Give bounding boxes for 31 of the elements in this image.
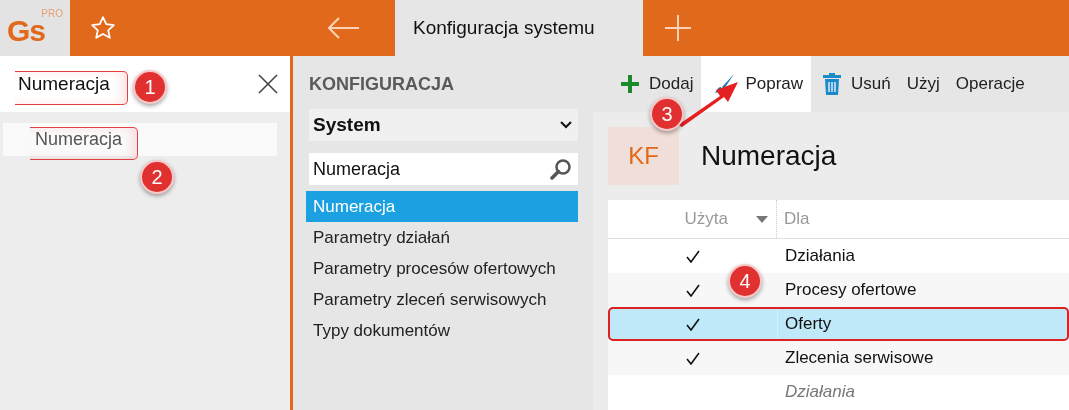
star-icon[interactable] bbox=[90, 15, 116, 41]
chevron-icon bbox=[560, 121, 572, 129]
toolbar-button[interactable]: Usuń bbox=[815, 56, 899, 112]
table-cell-text: Oferty bbox=[784, 314, 832, 334]
table-cell-text: Działania bbox=[784, 246, 855, 266]
back-arrow-icon[interactable] bbox=[328, 17, 360, 39]
search-icon bbox=[550, 158, 572, 180]
module-badge: KF bbox=[608, 127, 679, 185]
toolbar-button[interactable]: Użyj bbox=[898, 56, 948, 112]
table-cell-text: Procesy ofertowe bbox=[784, 280, 917, 300]
config-item[interactable]: Parametry procesów ofertowych bbox=[306, 253, 578, 284]
category-select[interactable]: System bbox=[309, 109, 578, 141]
panel-heading: KONFIGURACJA bbox=[309, 74, 455, 95]
table-cell-text: Zlecenia serwisowe bbox=[784, 348, 934, 368]
table-row[interactable]: Zlecenia serwisowe bbox=[608, 341, 1069, 375]
search-field[interactable]: Numeracja bbox=[18, 73, 110, 95]
config-item[interactable]: Parametry zleceń serwisowych bbox=[306, 284, 578, 315]
close-icon[interactable] bbox=[258, 74, 278, 94]
sort-caret-icon[interactable] bbox=[756, 215, 768, 223]
table-cell-text: Działania bbox=[784, 382, 855, 402]
table-row[interactable]: Oferty bbox=[608, 307, 1069, 341]
toolbar-button[interactable]: Popraw bbox=[701, 56, 812, 112]
toolbar-button[interactable]: Operacje bbox=[947, 56, 1033, 112]
config-item[interactable]: Typy dokumentów bbox=[306, 315, 578, 346]
plus-icon[interactable] bbox=[665, 15, 691, 41]
trash-icon bbox=[823, 73, 842, 95]
search-result[interactable]: Numeracja bbox=[3, 123, 277, 156]
plus-icon bbox=[621, 75, 639, 93]
page-title: Numeracja bbox=[701, 140, 837, 172]
filter-field[interactable]: Numeracja bbox=[309, 153, 578, 185]
config-item[interactable]: Parametry działań bbox=[306, 222, 578, 253]
